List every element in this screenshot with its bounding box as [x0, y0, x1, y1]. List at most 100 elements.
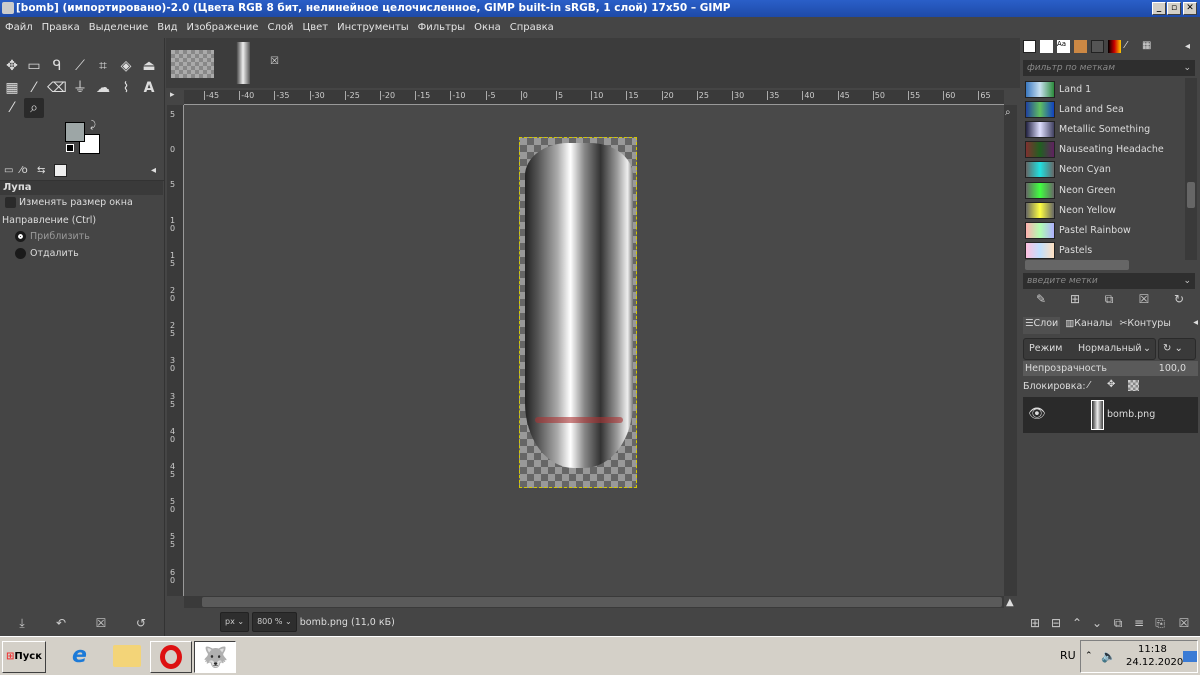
- start-button[interactable]: ⊞Пуск: [2, 641, 46, 673]
- default-colors-icon[interactable]: [66, 144, 74, 152]
- document-tab-icon[interactable]: [1091, 40, 1104, 53]
- duplicate-gradient-icon[interactable]: ⧉: [1100, 292, 1118, 307]
- brushes-tab-icon[interactable]: [1023, 40, 1036, 53]
- device-status-tab-icon[interactable]: ⁄o: [20, 165, 28, 176]
- swap-colors-icon[interactable]: ⤸: [90, 120, 96, 131]
- delete-layer-icon[interactable]: ☒: [1175, 616, 1193, 630]
- merge-layer-icon[interactable]: ≡: [1130, 616, 1148, 630]
- gradient-item[interactable]: Metallic Something: [1025, 119, 1185, 139]
- lock-alpha-icon[interactable]: [1128, 380, 1139, 391]
- gradients-tab-icon[interactable]: [1108, 40, 1121, 53]
- gradient-tool-icon[interactable]: ▦: [2, 78, 22, 98]
- explorer-folder-icon[interactable]: [113, 645, 141, 667]
- menu-help[interactable]: Справка: [510, 22, 554, 33]
- minimize-button[interactable]: _: [1152, 2, 1166, 15]
- menu-file[interactable]: Файл: [5, 22, 33, 33]
- maximize-button[interactable]: ▫: [1167, 2, 1181, 15]
- eraser-tool-icon[interactable]: ⌫: [47, 78, 67, 98]
- quick-mask-menu-icon[interactable]: ▸: [170, 90, 175, 100]
- menu-filters[interactable]: Фильтры: [418, 22, 465, 33]
- transform-tool-icon[interactable]: ◈: [116, 56, 136, 76]
- image-layer[interactable]: [519, 137, 637, 488]
- smudge-tool-icon[interactable]: ☁: [93, 78, 113, 98]
- dock-menu-icon[interactable]: ◂: [1185, 41, 1190, 52]
- gradient-item[interactable]: Pastel Rainbow: [1025, 220, 1185, 240]
- close-button[interactable]: ✕: [1183, 2, 1197, 15]
- new-gradient-icon[interactable]: ⊞: [1066, 292, 1084, 306]
- menu-windows[interactable]: Окна: [474, 22, 501, 33]
- gradient-list-scrollbar[interactable]: [1185, 78, 1197, 260]
- dock-menu-icon[interactable]: ◂: [151, 165, 156, 176]
- lock-pixels-icon[interactable]: ⁄: [1088, 380, 1090, 391]
- tool-options-tab-icon[interactable]: ▭: [4, 165, 13, 176]
- image-tab-bomb[interactable]: [236, 42, 250, 84]
- gimp-task-button[interactable]: 🐺: [194, 641, 236, 673]
- delete-tool-preset-icon[interactable]: ☒: [92, 616, 110, 630]
- close-tab-icon[interactable]: ☒: [270, 56, 279, 67]
- text-tool-icon[interactable]: A: [139, 78, 159, 98]
- visibility-eye-icon[interactable]: 👁: [1028, 406, 1046, 422]
- layer-row[interactable]: 👁 bomb.png: [1023, 397, 1198, 433]
- vertical-scrollbar[interactable]: ⌕: [1004, 105, 1017, 596]
- language-indicator[interactable]: RU: [1060, 649, 1076, 662]
- paths-tool-icon[interactable]: ⌇: [116, 78, 136, 98]
- internet-explorer-icon[interactable]: e: [72, 643, 87, 668]
- gradient-list-hscrollbar[interactable]: [1025, 260, 1129, 270]
- menu-image[interactable]: Изображение: [187, 22, 259, 33]
- zoom-out-radio[interactable]: [15, 248, 26, 259]
- paintbrush-tool-icon[interactable]: ⁄: [24, 78, 44, 98]
- color-picker-tool-icon[interactable]: ⁄: [2, 98, 22, 118]
- show-desktop-icon[interactable]: [1183, 651, 1197, 662]
- gradient-item[interactable]: Neon Green: [1025, 180, 1185, 200]
- lock-position-icon[interactable]: ✥: [1107, 379, 1115, 390]
- image-tab-thumbnail[interactable]: [171, 50, 214, 78]
- gradient-item[interactable]: Neon Cyan: [1025, 160, 1185, 180]
- vertical-ruler[interactable]: 5 0 5 10 15 20 25 30 35 40 45 50 55 60: [167, 105, 184, 596]
- delete-gradient-icon[interactable]: ☒: [1135, 292, 1153, 306]
- show-hidden-icons[interactable]: ⌃: [1085, 651, 1093, 661]
- patterns-tab-icon[interactable]: [1040, 40, 1053, 53]
- refresh-gradients-icon[interactable]: ↻: [1170, 292, 1188, 306]
- duplicate-layer-icon[interactable]: ⧉: [1109, 616, 1127, 631]
- palettes-tab-icon[interactable]: [1074, 40, 1087, 53]
- raise-layer-icon[interactable]: ⌃: [1068, 616, 1086, 630]
- volume-icon[interactable]: 🔈: [1101, 649, 1116, 663]
- menu-layer[interactable]: Слой: [267, 22, 293, 33]
- zoom-in-radio[interactable]: [15, 231, 26, 242]
- restore-tool-preset-icon[interactable]: ↶: [52, 616, 70, 630]
- tags-input[interactable]: введите метки ⌄: [1023, 273, 1195, 289]
- zoom-select[interactable]: 800 % ⌄: [252, 612, 297, 632]
- horizontal-ruler[interactable]: -45 -40 -35 -30 -25 -20 -15 -10 -5 0 5 10 15 20 25 30 35…: [184, 90, 1004, 105]
- edit-gradient-icon[interactable]: ✎: [1032, 292, 1050, 306]
- foreground-color[interactable]: [65, 122, 85, 142]
- menu-select[interactable]: Выделение: [89, 22, 149, 33]
- layers-dock-menu-icon[interactable]: ◂: [1193, 317, 1198, 334]
- crop-tool-icon[interactable]: ⌗: [93, 56, 113, 76]
- mode-select[interactable]: Режим Нормальный ⌄: [1023, 338, 1156, 360]
- navigate-icon[interactable]: ▲: [1006, 597, 1014, 608]
- gradient-item[interactable]: Nauseating Headache: [1025, 140, 1185, 160]
- fuzzy-select-tool-icon[interactable]: ⟋: [70, 56, 90, 76]
- paint-dynamics-tab-icon[interactable]: ⁄: [1125, 40, 1138, 53]
- zoom-tool-icon[interactable]: ⌕: [24, 98, 44, 118]
- clone-tool-icon[interactable]: ⏚: [70, 78, 90, 98]
- clock-date[interactable]: 24.12.2020: [1126, 657, 1183, 668]
- menu-color[interactable]: Цвет: [302, 22, 328, 33]
- gradient-item[interactable]: Pastels: [1025, 241, 1185, 260]
- gradient-item[interactable]: Neon Yellow: [1025, 200, 1185, 220]
- menu-view[interactable]: Вид: [157, 22, 177, 33]
- unit-select[interactable]: px ⌄: [220, 612, 250, 632]
- images-tab-icon[interactable]: [54, 164, 67, 177]
- tab-paths[interactable]: ✂Контуры: [1117, 317, 1172, 334]
- menu-edit[interactable]: Правка: [42, 22, 80, 33]
- warp-tool-icon[interactable]: ⏏: [139, 56, 159, 76]
- scrollbar-thumb[interactable]: [202, 597, 1002, 607]
- reset-tool-options-icon[interactable]: ↺: [132, 616, 150, 630]
- gradient-item[interactable]: Land 1: [1025, 79, 1185, 99]
- tab-channels[interactable]: ▥Каналы: [1063, 317, 1114, 334]
- tab-layers[interactable]: ☰Слои: [1023, 317, 1061, 334]
- undo-history-tab-icon[interactable]: ⇆: [37, 165, 45, 176]
- resize-window-checkbox[interactable]: [5, 197, 16, 208]
- mypaint-brushes-tab-icon[interactable]: ▦: [1142, 40, 1155, 53]
- horizontal-scrollbar[interactable]: [184, 596, 1004, 608]
